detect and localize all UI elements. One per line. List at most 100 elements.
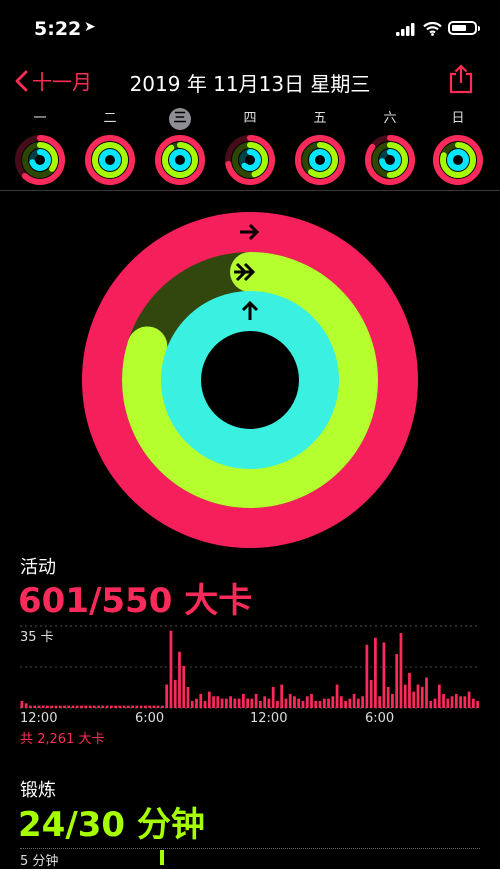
activity-bar (446, 698, 450, 708)
activity-bar (361, 696, 364, 708)
activity-bar (352, 693, 356, 708)
activity-bar (454, 693, 458, 708)
activity-bar (369, 679, 373, 708)
activity-bar (322, 698, 326, 708)
activity-bar (29, 705, 32, 708)
day-rings (365, 135, 415, 185)
activity-bar (395, 654, 399, 708)
activity-bar (476, 700, 479, 708)
activity-bar (425, 677, 428, 708)
activity-bar (203, 700, 207, 708)
activity-bar (118, 705, 122, 708)
activity-bar (58, 705, 62, 708)
wifi-icon (423, 22, 442, 36)
x-label-2: 12:00 (250, 711, 288, 726)
activity-bar (75, 705, 79, 708)
day-rings (85, 135, 135, 185)
status-time: 5:22 (34, 18, 82, 40)
activity-bar (195, 698, 198, 708)
share-icon[interactable] (447, 64, 475, 94)
activity-bar (97, 705, 100, 708)
activity-bar (135, 705, 139, 708)
day-4[interactable]: 五 (292, 108, 348, 186)
activity-bar (212, 696, 215, 708)
activity-bar (92, 705, 96, 708)
activity-bar (144, 705, 147, 708)
activity-bar (173, 679, 177, 708)
activity-bar (420, 686, 424, 708)
activity-bar (216, 696, 220, 708)
activity-bar (131, 705, 134, 708)
activity-bar (399, 633, 403, 708)
activity-bar (139, 705, 143, 708)
activity-bar (310, 693, 313, 708)
day-6[interactable]: 日 (430, 108, 486, 186)
day-5[interactable]: 六 (362, 108, 418, 186)
activity-bar (199, 693, 203, 708)
activity-bar (293, 696, 296, 708)
activity-bar (433, 698, 437, 708)
activity-bar (386, 686, 390, 708)
activity-total: 共 2,261 大卡 (20, 732, 105, 747)
activity-bar (271, 686, 275, 708)
battery-icon (448, 21, 480, 35)
activity-bar (178, 651, 181, 708)
activity-bar (105, 705, 109, 708)
activity-bar (331, 696, 335, 708)
activity-y-max: 35 卡 (20, 630, 54, 645)
activity-bar (20, 700, 24, 708)
activity-bar (450, 696, 454, 708)
activity-bar (88, 705, 92, 708)
activity-bar (24, 703, 28, 708)
activity-bar (374, 637, 377, 708)
day-label: 四 (243, 111, 257, 126)
activity-bar (233, 698, 237, 708)
page-title: 2019 年 11月13日 星期三 (129, 72, 371, 96)
activity-bar (148, 705, 152, 708)
day-label: 五 (313, 111, 327, 126)
activity-bar (391, 693, 394, 708)
activity-bar (33, 705, 37, 708)
day-label: 六 (383, 111, 397, 126)
activity-bar (344, 700, 347, 708)
activity-bar (263, 696, 267, 708)
activity-bar (156, 705, 160, 708)
activity-bar (152, 705, 156, 708)
exercise-bar (160, 850, 164, 865)
activity-bar (46, 705, 49, 708)
activity-bar (429, 700, 433, 708)
day-0[interactable]: 一 (12, 108, 68, 186)
activity-bar (67, 705, 71, 708)
activity-value: 601/550 大卡 (18, 581, 253, 621)
activity-bar (186, 686, 190, 708)
activity-bar (276, 700, 279, 708)
activity-bar (327, 698, 330, 708)
activity-bar (84, 705, 88, 708)
activity-bar (250, 698, 254, 708)
activity-bar (284, 698, 288, 708)
stand-ring (161, 291, 339, 469)
x-label-1: 6:00 (135, 711, 165, 726)
stand-ring (169, 149, 191, 171)
activity-bar (412, 691, 416, 708)
day-3[interactable]: 四 (222, 108, 278, 186)
activity-bar (467, 691, 471, 708)
activity-bar (365, 644, 369, 708)
activity-rings (82, 212, 418, 548)
activity-bar (288, 693, 292, 708)
day-label: 二 (103, 111, 117, 126)
day-2[interactable]: 三 (152, 108, 208, 186)
day-1[interactable]: 二 (82, 108, 138, 186)
activity-bar (241, 693, 245, 708)
activity-bar (109, 705, 113, 708)
cellular-signal-icon (396, 23, 415, 36)
activity-bar (101, 705, 105, 708)
activity-bar (161, 705, 164, 708)
activity-bar (254, 693, 258, 708)
stand-ring (309, 149, 331, 171)
activity-bar (165, 684, 169, 708)
activity-bar (318, 700, 322, 708)
activity-bar (169, 630, 173, 708)
location-icon: ➤ (84, 19, 96, 35)
day-label: 一 (33, 111, 47, 126)
